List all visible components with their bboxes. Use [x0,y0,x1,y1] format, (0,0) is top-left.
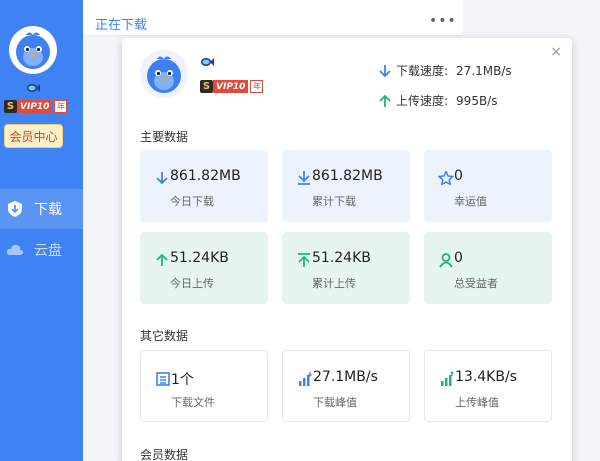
card-label: 今日上传 [170,277,214,290]
cloud-icon [6,244,24,255]
card-label: 累计下载 [312,195,356,208]
card-download-files: 1个 下载文件 [140,350,268,422]
card-value: 861.82MB [170,168,241,184]
card-label: 下载文件 [171,396,215,409]
member-data-title: 会员数据 [140,448,189,461]
download-shield-icon [8,201,22,217]
card-value: 0 [454,168,463,184]
card-value: 861.82MB [312,168,383,184]
nav-item-cloud[interactable]: 云盘 [0,230,83,270]
upload-speed-row: 上传速度: 995B/s [378,92,497,109]
close-icon[interactable]: × [550,44,562,60]
vip-badge: S VIP10 年 [4,100,68,113]
card-total-upload: 51.24KB 累计上传 [282,232,410,304]
card-label: 今日下载 [170,195,214,208]
fish-icon [201,58,214,66]
sidebar: S VIP10 年 会员中心 下载 云盘 [0,0,83,461]
download-to-bar-icon [298,171,310,185]
card-label: 幸运值 [454,195,487,208]
panel-avatar [140,50,188,98]
card-value: 27.1MB/s [313,369,378,385]
card-label: 上传峰值 [455,396,499,409]
vip-s-icon: S [4,100,17,113]
user-icon [439,253,453,268]
vip-level: VIP10 [17,100,53,113]
download-arrow-icon [379,64,391,77]
upload-peak-icon [441,371,454,386]
tab-downloading[interactable]: 正在下载 [95,14,147,33]
file-list-icon [156,372,170,386]
upload-speed-value: 995B/s [456,93,498,108]
upload-from-bar-icon [298,253,310,267]
vip-s-icon: S [200,80,213,93]
main-data-title: 主要数据 [140,130,189,144]
card-value: 0 [454,250,463,266]
nav-item-label: 下载 [34,202,62,218]
bird-avatar-icon [16,32,50,69]
download-speed-value: 27.1MB/s [456,63,512,78]
star-icon [438,170,454,186]
card-upload-peak: 13.4KB/s 上传峰值 [424,350,552,422]
upload-arrow-icon [379,94,391,107]
card-value: 51.24KB [170,250,229,266]
card-today-download: 861.82MB 今日下载 [140,150,268,222]
download-speed-label: 下载速度: [396,64,449,78]
vip-year-tag: 年 [250,80,264,93]
upload-arrow-icon [156,253,168,266]
card-label: 下载峰值 [313,396,357,409]
vip-level: VIP10 [213,80,249,93]
card-download-peak: 27.1MB/s 下载峰值 [282,350,410,422]
bird-avatar-icon [147,56,181,93]
vip-year-tag: 年 [54,100,68,113]
card-value: 13.4KB/s [455,369,517,385]
user-avatar[interactable] [9,26,57,74]
card-lucky-value: 0 幸运值 [424,150,552,222]
card-total-download: 861.82MB 累计下载 [282,150,410,222]
card-value: 51.24KB [312,250,371,266]
card-total-beneficiaries: 0 总受益者 [424,232,552,304]
other-data-title: 其它数据 [140,329,189,343]
nav-item-download[interactable]: 下载 [0,189,83,229]
download-peak-icon [299,372,312,386]
card-label: 总受益者 [454,277,498,290]
upload-speed-label: 上传速度: [396,94,449,108]
member-center-button[interactable]: 会员中心 [4,124,63,148]
download-arrow-icon [156,172,168,185]
tab-bar: 正在下载 ••• [83,0,463,36]
nav-item-label: 云盘 [34,243,62,259]
vip-badge: S VIP10 年 [200,80,264,93]
download-speed-row: 下载速度: 27.1MB/s [378,62,512,79]
stats-panel: × S VIP10 年 下载速度: 27.1MB/s 上传速度: 995B/s [122,38,572,461]
card-value: 1个 [171,372,194,388]
fish-icon [27,84,40,92]
card-label: 累计上传 [312,277,356,290]
card-today-upload: 51.24KB 今日上传 [140,232,268,304]
more-options-icon[interactable]: ••• [429,13,457,29]
